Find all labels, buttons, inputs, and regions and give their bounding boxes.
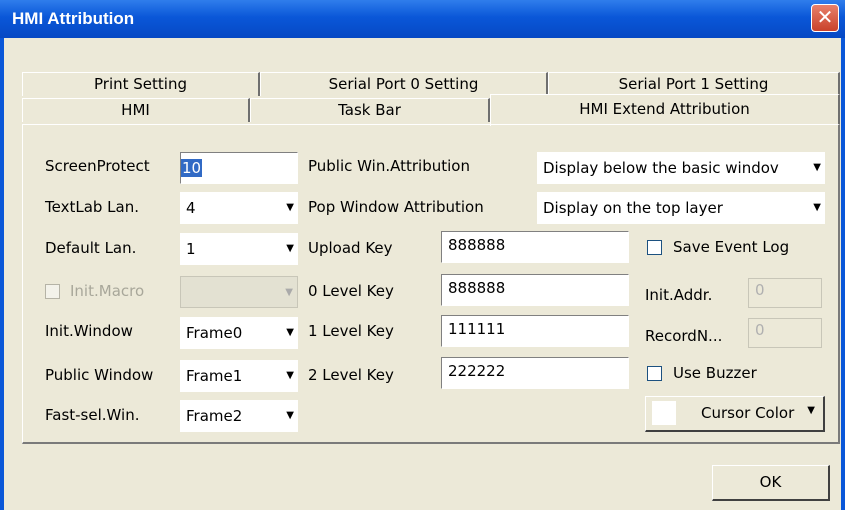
window-frame-left: [0, 38, 4, 510]
tab-label: Serial Port 1 Setting: [618, 75, 769, 93]
tab-label: Print Setting: [94, 75, 187, 93]
ok-button[interactable]: OK: [712, 465, 830, 501]
default-lan-select[interactable]: 1 ▼: [180, 233, 298, 265]
fast-sel-win-value: Frame2: [186, 407, 243, 425]
public-win-attribution-value: Display below the basic windov: [543, 159, 779, 177]
cursor-color-label: Cursor Color: [701, 404, 795, 422]
init-addr-input[interactable]: 0: [748, 278, 822, 308]
public-window-value: Frame1: [186, 367, 243, 385]
window-frame-right: [841, 38, 845, 510]
pop-window-attribution-value: Display on the top layer: [543, 199, 723, 217]
level0-key-label: 0 Level Key: [308, 282, 394, 300]
level1-key-input[interactable]: 111111: [441, 315, 629, 347]
default-lan-label: Default Lan.: [45, 239, 137, 257]
chevron-down-icon: ▼: [813, 162, 821, 173]
textlab-lan-value: 4: [186, 199, 196, 217]
use-buzzer-label: Use Buzzer: [673, 364, 757, 382]
record-n-value: 0: [755, 321, 765, 339]
record-n-label: RecordN...: [645, 327, 723, 345]
level2-key-input[interactable]: 222222: [441, 357, 629, 389]
chevron-down-icon: ▼: [813, 202, 821, 213]
window-title: HMI Attribution: [12, 9, 135, 28]
chevron-down-icon: ▼: [286, 202, 294, 213]
title-bar[interactable]: HMI Attribution ✕: [0, 0, 845, 38]
tab-label: HMI: [121, 101, 150, 119]
close-button[interactable]: ✕: [811, 4, 839, 32]
init-macro-select[interactable]: ▼: [180, 276, 298, 308]
screen-protect-label: ScreenProtect: [45, 157, 150, 175]
public-win-attribution-select[interactable]: Display below the basic windov ▼: [537, 152, 825, 184]
cursor-color-picker[interactable]: Cursor Color ▼: [645, 396, 825, 432]
level1-key-value: 111111: [448, 320, 506, 338]
pop-window-attribution-label: Pop Window Attribution: [308, 198, 484, 216]
init-addr-value: 0: [755, 281, 765, 299]
init-window-select[interactable]: Frame0 ▼: [180, 317, 298, 349]
chevron-down-icon: ▼: [286, 370, 294, 381]
tab-hmi-extend-attribution[interactable]: HMI Extend Attribution: [490, 94, 840, 126]
level0-key-input[interactable]: 888888: [441, 274, 629, 306]
pop-window-attribution-select[interactable]: Display on the top layer ▼: [537, 192, 825, 224]
screen-protect-value: 10: [181, 159, 203, 177]
level2-key-label: 2 Level Key: [308, 366, 394, 384]
fast-sel-win-select[interactable]: Frame2 ▼: [180, 400, 298, 432]
chevron-down-icon: ▼: [285, 287, 293, 298]
tab-task-bar[interactable]: Task Bar: [250, 98, 490, 122]
init-addr-label: Init.Addr.: [645, 286, 713, 304]
chevron-down-icon: ▼: [807, 405, 815, 416]
level1-key-label: 1 Level Key: [308, 322, 394, 340]
tab-label: Serial Port 0 Setting: [328, 75, 479, 93]
ok-button-label: OK: [759, 473, 782, 491]
init-window-value: Frame0: [186, 324, 243, 342]
close-icon: ✕: [816, 5, 834, 29]
save-event-log-checkbox[interactable]: [647, 240, 662, 255]
chevron-down-icon: ▼: [286, 410, 294, 421]
chevron-down-icon: ▼: [286, 243, 294, 254]
textlab-lan-label: TextLab Lan.: [45, 198, 139, 216]
upload-key-value: 888888: [448, 236, 506, 254]
level0-key-value: 888888: [448, 279, 506, 297]
public-window-select[interactable]: Frame1 ▼: [180, 360, 298, 392]
tab-serial-port-1[interactable]: Serial Port 1 Setting: [548, 72, 840, 96]
tab-label: HMI Extend Attribution: [579, 100, 750, 118]
screen-protect-input[interactable]: 10: [180, 152, 298, 184]
level2-key-value: 222222: [448, 362, 506, 380]
chevron-down-icon: ▼: [286, 327, 294, 338]
upload-key-label: Upload Key: [308, 239, 393, 257]
default-lan-value: 1: [186, 240, 196, 258]
save-event-log-label: Save Event Log: [673, 238, 790, 256]
public-window-label: Public Window: [45, 366, 154, 384]
tab-print-setting[interactable]: Print Setting: [22, 72, 260, 96]
fast-sel-win-label: Fast-sel.Win.: [45, 406, 140, 424]
tab-hmi[interactable]: HMI: [22, 98, 250, 122]
textlab-lan-select[interactable]: 4 ▼: [180, 192, 298, 224]
public-win-attribution-label: Public Win.Attribution: [308, 157, 470, 175]
init-window-label: Init.Window: [45, 322, 133, 340]
init-macro-checkbox[interactable]: [45, 284, 60, 299]
dialog-window: HMI Attribution ✕ Print Setting Serial P…: [0, 0, 845, 510]
record-n-input[interactable]: 0: [748, 318, 822, 348]
upload-key-input[interactable]: 888888: [441, 231, 629, 263]
init-macro-label: Init.Macro: [70, 282, 145, 300]
tab-label: Task Bar: [338, 101, 401, 119]
cursor-color-swatch: [652, 401, 676, 425]
use-buzzer-checkbox[interactable]: [647, 366, 662, 381]
tab-serial-port-0[interactable]: Serial Port 0 Setting: [260, 72, 548, 96]
